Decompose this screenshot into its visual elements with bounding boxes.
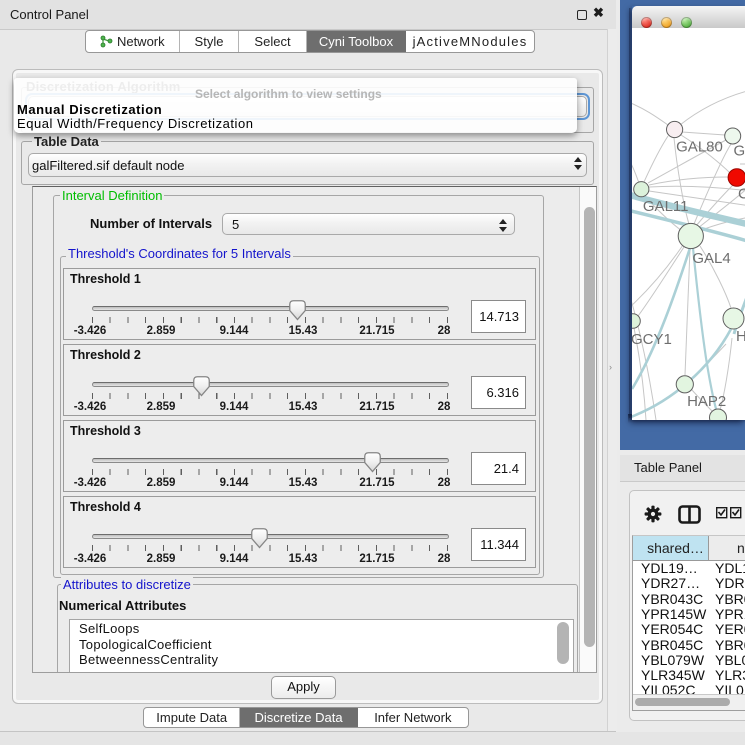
svg-text:CD: CD	[738, 186, 745, 203]
svg-text:HAP2: HAP2	[687, 393, 726, 410]
svg-text:HI: HI	[736, 328, 745, 345]
svg-text:GAL4: GAL4	[692, 250, 730, 267]
svg-text:GCY1: GCY1	[632, 331, 672, 348]
svg-text:GA: GA	[734, 143, 745, 160]
svg-text:GAL11: GAL11	[643, 198, 689, 215]
svg-text:GAL80: GAL80	[676, 139, 723, 156]
